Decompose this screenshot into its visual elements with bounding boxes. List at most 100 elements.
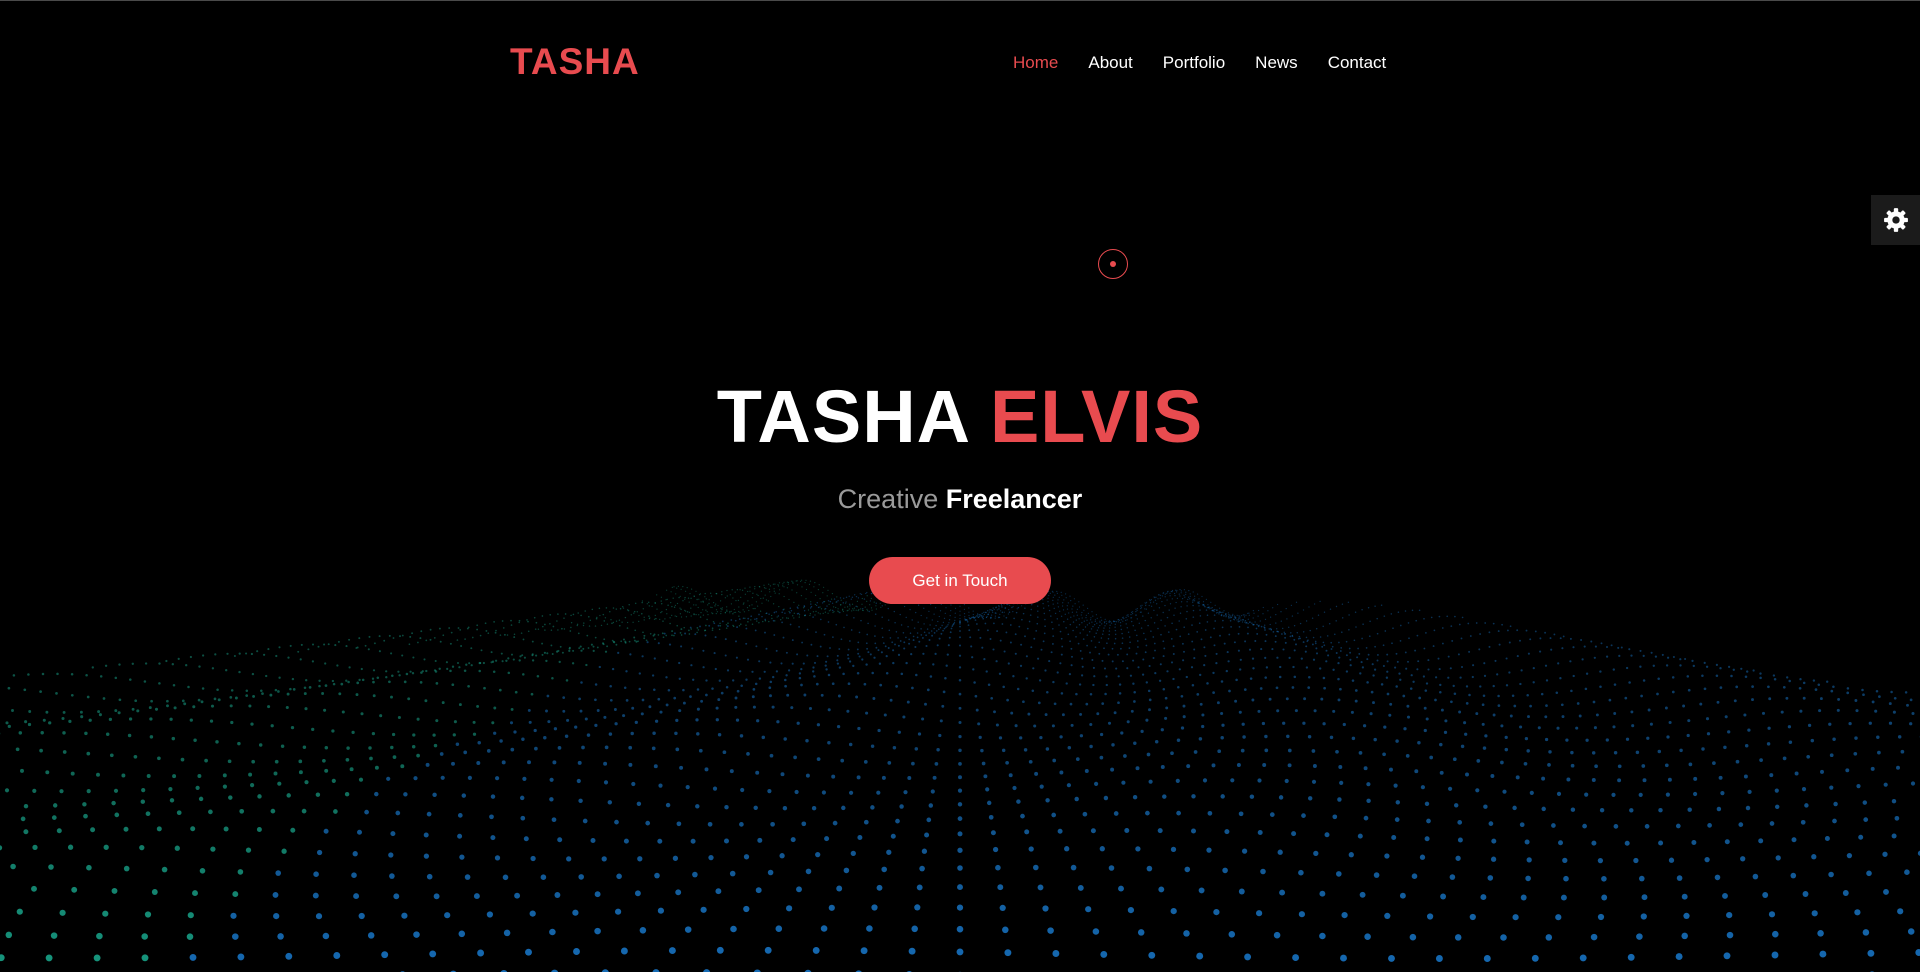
particle-dot bbox=[607, 800, 613, 805]
particle-dot bbox=[675, 718, 679, 723]
particle-dot bbox=[238, 652, 241, 655]
particle-dot bbox=[708, 599, 710, 601]
particle-dot bbox=[1264, 629, 1266, 631]
particle-dot bbox=[456, 639, 459, 641]
particle-dot bbox=[1386, 653, 1389, 656]
particle-dot bbox=[1332, 709, 1336, 713]
particle-dot bbox=[715, 706, 719, 710]
particle-dot bbox=[151, 889, 158, 895]
particle-dot bbox=[603, 780, 609, 785]
nav-news[interactable]: News bbox=[1255, 53, 1298, 73]
particle-dot bbox=[1255, 910, 1263, 917]
particle-dot bbox=[1372, 701, 1375, 705]
particle-dot bbox=[770, 595, 772, 598]
particle-dot bbox=[695, 613, 697, 616]
particle-dot bbox=[1317, 614, 1320, 616]
particle-dot bbox=[912, 635, 915, 638]
particle-dot bbox=[1569, 660, 1572, 663]
particle-dot bbox=[1468, 693, 1471, 697]
particle-dot bbox=[1668, 720, 1672, 725]
particle-dot bbox=[836, 659, 839, 662]
particle-dot bbox=[1532, 681, 1535, 684]
particle-dot bbox=[1389, 767, 1393, 772]
particle-dot bbox=[1012, 675, 1015, 678]
particle-dot bbox=[1265, 666, 1269, 669]
particle-dot bbox=[771, 617, 773, 620]
particle-dot bbox=[758, 677, 762, 680]
particle-dot bbox=[1640, 913, 1647, 920]
particle-dot bbox=[1018, 625, 1021, 628]
particle-dot bbox=[1062, 602, 1064, 604]
particle-dot bbox=[1345, 640, 1348, 643]
particle-dot bbox=[23, 688, 27, 692]
particle-dot bbox=[574, 725, 578, 729]
particle-dot bbox=[1339, 687, 1342, 691]
particle-dot bbox=[1597, 857, 1604, 864]
particle-dot bbox=[1051, 642, 1054, 645]
particle-dot bbox=[522, 776, 527, 781]
particle-dot bbox=[959, 614, 961, 616]
nav-contact[interactable]: Contact bbox=[1328, 53, 1387, 73]
particle-dot bbox=[1593, 726, 1597, 730]
particle-dot bbox=[621, 605, 624, 608]
particle-dot bbox=[998, 672, 1002, 675]
particle-dot bbox=[1164, 696, 1168, 700]
particle-dot bbox=[1113, 711, 1117, 715]
particle-dot bbox=[512, 658, 515, 661]
particle-dot bbox=[468, 662, 471, 665]
particle-dot bbox=[765, 647, 768, 650]
particle-dot bbox=[806, 628, 809, 631]
particle-dot bbox=[448, 627, 451, 629]
particle-dot bbox=[812, 946, 820, 954]
particle-dot bbox=[1257, 615, 1259, 617]
particle-dot bbox=[724, 597, 727, 599]
particle-dot bbox=[1241, 615, 1243, 617]
particle-dot bbox=[1315, 627, 1318, 630]
particle-dot bbox=[336, 664, 339, 667]
particle-dot bbox=[751, 623, 754, 626]
particle-dot bbox=[1173, 592, 1176, 595]
particle-dot bbox=[493, 706, 497, 710]
particle-dot bbox=[779, 589, 781, 591]
particle-dot bbox=[742, 617, 745, 620]
particle-dot bbox=[527, 620, 529, 623]
get-in-touch-button[interactable]: Get in Touch bbox=[869, 557, 1051, 604]
nav-about[interactable]: About bbox=[1088, 53, 1132, 73]
nav-home[interactable]: Home bbox=[1013, 53, 1058, 73]
particle-dot bbox=[1394, 666, 1397, 669]
particle-dot bbox=[511, 653, 513, 656]
particle-dot bbox=[596, 646, 599, 649]
particle-dot bbox=[1130, 613, 1132, 616]
particle-dot bbox=[1529, 790, 1534, 795]
particle-dot bbox=[866, 595, 868, 597]
particle-dot bbox=[761, 735, 766, 740]
particle-dot bbox=[705, 693, 708, 697]
particle-dot bbox=[1056, 592, 1058, 595]
settings-toggle-button[interactable] bbox=[1871, 195, 1920, 245]
nav-portfolio[interactable]: Portfolio bbox=[1163, 53, 1225, 73]
particle-dot bbox=[1767, 726, 1771, 730]
particle-dot bbox=[843, 867, 850, 874]
particle-dot bbox=[1099, 620, 1101, 622]
particle-dot bbox=[1001, 748, 1006, 753]
particle-dot bbox=[1144, 619, 1146, 622]
particle-dot bbox=[959, 625, 961, 628]
particle-dot bbox=[1714, 874, 1721, 881]
particle-dot bbox=[719, 600, 722, 602]
particle-dot bbox=[1132, 794, 1138, 800]
particle-dot bbox=[816, 655, 819, 658]
site-logo[interactable]: TASHA bbox=[510, 41, 640, 83]
particle-dot bbox=[957, 788, 963, 793]
particle-dot bbox=[1407, 660, 1409, 663]
particle-dot bbox=[1249, 621, 1251, 623]
particle-dot bbox=[990, 696, 994, 700]
particle-dot bbox=[684, 610, 687, 612]
particle-dot bbox=[48, 721, 52, 725]
particle-dot bbox=[409, 670, 412, 673]
particle-dot bbox=[885, 671, 889, 675]
particle-dot bbox=[631, 706, 635, 710]
particle-dot bbox=[97, 710, 101, 714]
particle-dot bbox=[855, 695, 859, 699]
particle-dot bbox=[389, 873, 395, 879]
particle-dot bbox=[1160, 765, 1165, 769]
